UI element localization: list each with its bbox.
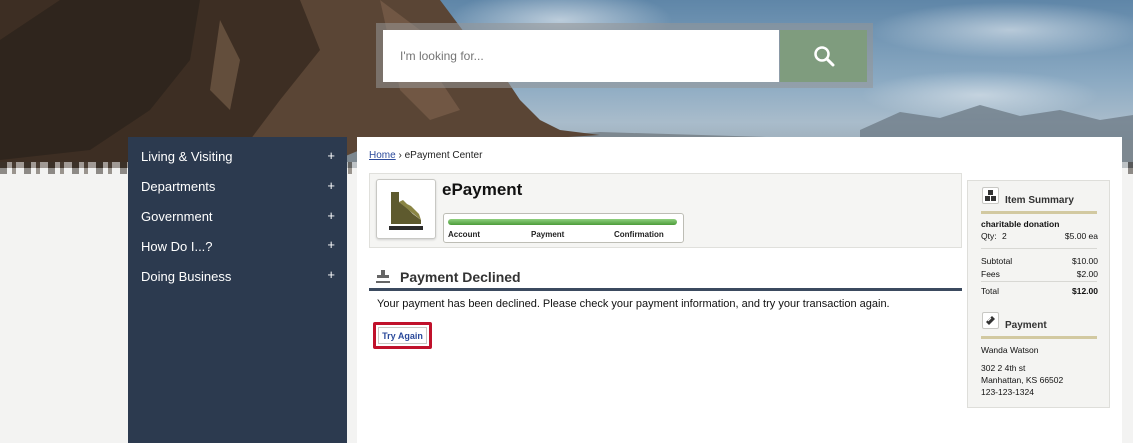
payer-address-line2: Manhattan, KS 66502 [981, 375, 1064, 385]
sidebar-item-departments[interactable]: Departments + [128, 172, 347, 202]
boxes-icon [982, 187, 999, 204]
subtotal-label: Subtotal [981, 256, 1013, 266]
sidebar-item-living-visiting[interactable]: Living & Visiting + [128, 142, 347, 172]
epayment-header: ePayment Account Payment Confirmation [369, 173, 962, 248]
breadcrumb-current: ePayment Center [404, 150, 483, 161]
step-account: Account [448, 230, 480, 239]
try-again-highlight: Try Again [373, 322, 432, 349]
sidebar-nav: Living & Visiting + Departments + Govern… [128, 137, 347, 443]
declined-message: Your payment has been declined. Please c… [377, 298, 890, 310]
expand-icon[interactable]: + [327, 237, 335, 252]
main-content: Home › ePayment Center ePayment Account … [357, 137, 1122, 443]
progress-bar [448, 219, 677, 225]
expand-icon[interactable]: + [327, 208, 335, 223]
step-payment: Payment [531, 230, 565, 239]
expand-icon[interactable]: + [327, 148, 335, 163]
item-summary-header: Item Summary [981, 186, 1097, 214]
payment-declined-title: Payment Declined [400, 269, 521, 285]
divider [981, 281, 1097, 282]
divider [981, 248, 1097, 249]
sidebar-item-label: Living & Visiting [141, 149, 233, 165]
payer-address-line1: 302 2 4th st [981, 363, 1026, 373]
payment-header: Payment [981, 311, 1097, 339]
expand-icon[interactable]: + [327, 267, 335, 282]
summary-panel: Item Summary charitable donation Qty: 2 … [967, 180, 1110, 408]
search-input[interactable] [383, 30, 779, 82]
epayment-title: ePayment [442, 180, 523, 199]
expand-icon[interactable]: + [327, 178, 335, 193]
total-label: Total [981, 286, 999, 296]
sidebar-item-government[interactable]: Government + [128, 202, 347, 232]
sidebar-item-label: Government [141, 208, 213, 224]
item-price: $5.00 ea [1064, 231, 1098, 241]
total-value: $12.00 [1072, 286, 1098, 296]
breadcrumb-home-link[interactable]: Home [369, 150, 396, 161]
subtotal-value: $10.00 [1072, 256, 1098, 266]
try-again-button[interactable]: Try Again [378, 327, 427, 344]
card-icon [982, 312, 999, 329]
sidebar-item-how-do-i[interactable]: How Do I...? + [128, 231, 347, 261]
breadcrumb: Home › ePayment Center [369, 150, 482, 161]
epayment-logo [376, 179, 436, 239]
progress-steps: Account Payment Confirmation [443, 213, 684, 243]
search-icon [813, 46, 834, 67]
cash-register-icon [389, 192, 423, 230]
fees-value: $2.00 [1076, 269, 1098, 279]
qty-label: Qty: [981, 231, 997, 241]
sidebar-item-label: Doing Business [141, 268, 232, 284]
item-summary-title: Item Summary [1005, 195, 1074, 206]
qty-value: 2 [1002, 231, 1007, 241]
sidebar-item-label: Departments [141, 179, 216, 195]
payer-phone: 123-123-1324 [981, 387, 1034, 397]
sidebar-item-doing-business[interactable]: Doing Business + [128, 261, 347, 291]
sidebar-item-label: How Do I...? [141, 238, 213, 254]
payment-title: Payment [1005, 320, 1047, 331]
search-button[interactable] [780, 30, 867, 82]
item-name: charitable donation [981, 219, 1060, 229]
payer-name: Wanda Watson [981, 345, 1039, 355]
step-confirmation: Confirmation [614, 230, 664, 239]
search-bar [376, 23, 873, 88]
breadcrumb-separator: › [398, 150, 402, 161]
fees-label: Fees [981, 269, 1000, 279]
stamp-icon [376, 270, 390, 283]
payment-declined-header: Payment Declined [369, 268, 962, 291]
